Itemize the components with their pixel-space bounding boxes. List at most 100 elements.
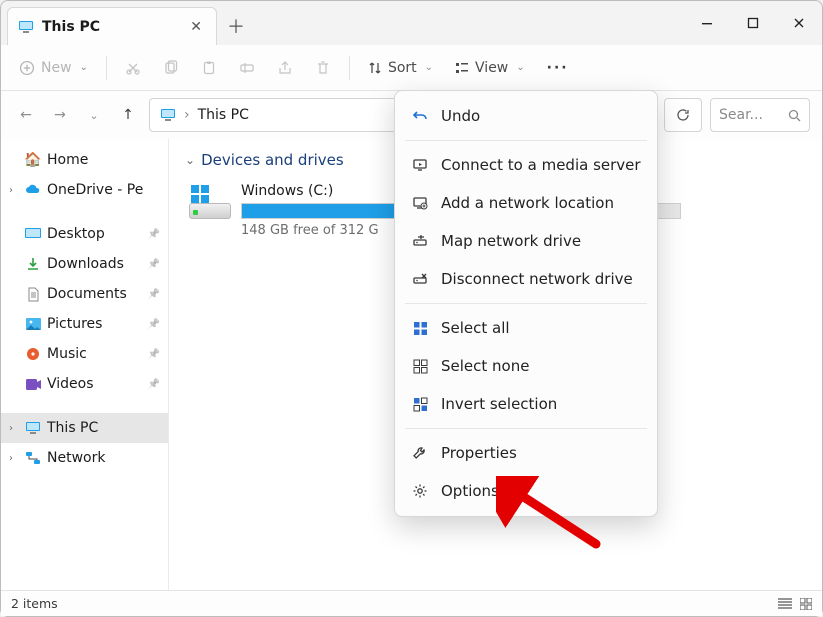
menu-separator <box>405 140 647 141</box>
menu-label: Select all <box>441 319 510 337</box>
minimize-button[interactable] <box>684 1 730 45</box>
undo-icon <box>411 107 429 125</box>
sidebar-item-thispc[interactable]: › This PC <box>1 413 168 443</box>
breadcrumb-location[interactable]: This PC <box>198 107 249 123</box>
sidebar-item-music[interactable]: Music <box>1 339 168 369</box>
more-button[interactable]: ··· <box>539 52 577 84</box>
cut-button <box>117 52 149 84</box>
menu-properties[interactable]: Properties <box>395 434 657 472</box>
desktop-icon <box>25 226 41 242</box>
group-header-label: Devices and drives <box>201 151 344 169</box>
menu-connect-media[interactable]: Connect to a media server <box>395 146 657 184</box>
search-icon <box>788 109 801 122</box>
menu-invert-selection[interactable]: Invert selection <box>395 385 657 423</box>
sidebar-item-label: Downloads <box>47 256 124 272</box>
refresh-button[interactable] <box>664 98 702 132</box>
sidebar-item-pictures[interactable]: Pictures <box>1 309 168 339</box>
sidebar-item-videos[interactable]: Videos <box>1 369 168 399</box>
new-tab-button[interactable]: ＋ <box>217 7 255 45</box>
tab-thispc[interactable]: This PC ✕ <box>7 7 217 45</box>
separator <box>106 56 107 80</box>
video-icon <box>25 376 41 392</box>
command-bar: New ⌄ Sort ⌄ View ⌄ ··· <box>1 45 822 91</box>
chevron-right-icon[interactable]: › <box>9 453 19 464</box>
select-all-icon <box>411 319 429 337</box>
search-box[interactable]: Sear... <box>710 98 810 132</box>
recent-dropdown[interactable]: ⌄ <box>81 102 107 128</box>
tab-close-icon[interactable]: ✕ <box>186 15 206 39</box>
new-button[interactable]: New ⌄ <box>11 52 96 84</box>
menu-options[interactable]: Options <box>395 472 657 510</box>
back-button[interactable]: ← <box>13 102 39 128</box>
menu-select-all[interactable]: Select all <box>395 309 657 347</box>
drive-icon <box>189 183 231 223</box>
menu-label: Options <box>441 482 499 500</box>
pictures-icon <box>25 316 41 332</box>
menu-select-none[interactable]: Select none <box>395 347 657 385</box>
title-bar: This PC ✕ ＋ <box>1 1 822 45</box>
monitor-icon <box>160 107 176 123</box>
forward-button[interactable]: → <box>47 102 73 128</box>
sidebar-item-label: OneDrive - Pe <box>47 182 143 198</box>
maximize-button[interactable] <box>730 1 776 45</box>
ellipsis-icon: ··· <box>547 60 569 76</box>
breadcrumb-sep: › <box>184 107 190 123</box>
nav-pane: 🏠 Home › OneDrive - Pe Desktop Downloads… <box>1 139 169 590</box>
windows-logo-icon <box>191 185 209 203</box>
network-icon <box>25 450 41 466</box>
plus-circle-icon <box>19 60 35 76</box>
menu-label: Connect to a media server <box>441 156 641 174</box>
sidebar-item-label: Music <box>47 346 87 362</box>
invert-selection-icon <box>411 395 429 413</box>
monitor-icon <box>18 19 34 35</box>
up-button[interactable]: ↑ <box>115 102 141 128</box>
sidebar-item-network[interactable]: › Network <box>1 443 168 473</box>
close-button[interactable] <box>776 1 822 45</box>
chevron-down-icon: ⌄ <box>80 62 88 73</box>
details-view-icon[interactable] <box>778 598 792 610</box>
sort-button[interactable]: Sort ⌄ <box>360 52 441 84</box>
chevron-right-icon[interactable]: › <box>9 423 19 434</box>
sidebar-item-home[interactable]: 🏠 Home <box>1 145 168 175</box>
menu-label: Undo <box>441 107 480 125</box>
sidebar-item-onedrive[interactable]: › OneDrive - Pe <box>1 175 168 205</box>
sidebar-item-label: Home <box>47 152 88 168</box>
sidebar-item-label: Videos <box>47 376 94 392</box>
sort-label: Sort <box>388 60 417 76</box>
menu-label: Disconnect network drive <box>441 270 633 288</box>
select-none-icon <box>411 357 429 375</box>
menu-disconnect-network-drive[interactable]: Disconnect network drive <box>395 260 657 298</box>
home-icon: 🏠 <box>25 152 41 168</box>
chevron-right-icon[interactable]: › <box>9 185 19 196</box>
menu-add-network-location[interactable]: Add a network location <box>395 184 657 222</box>
sidebar-item-label: Pictures <box>47 316 102 332</box>
sidebar-item-documents[interactable]: Documents <box>1 279 168 309</box>
status-bar: 2 items <box>1 590 822 616</box>
sidebar-item-desktop[interactable]: Desktop <box>1 219 168 249</box>
menu-label: Invert selection <box>441 395 557 413</box>
chevron-down-icon: ⌄ <box>516 62 524 73</box>
sidebar-item-downloads[interactable]: Downloads <box>1 249 168 279</box>
menu-undo[interactable]: Undo <box>395 97 657 135</box>
share-button <box>269 52 301 84</box>
menu-label: Properties <box>441 444 517 462</box>
cloud-icon <box>25 182 41 198</box>
sidebar-item-label: Documents <box>47 286 127 302</box>
delete-button <box>307 52 339 84</box>
large-icons-view-icon[interactable] <box>800 598 812 610</box>
sidebar-item-label: Desktop <box>47 226 105 242</box>
document-icon <box>25 286 41 302</box>
map-drive-icon <box>411 232 429 250</box>
sidebar-item-label: Network <box>47 450 105 466</box>
chevron-down-icon: ⌄ <box>425 62 433 73</box>
chevron-down-icon[interactable]: ⌄ <box>185 153 195 167</box>
tab-title: This PC <box>42 19 100 35</box>
menu-map-network-drive[interactable]: Map network drive <box>395 222 657 260</box>
sidebar-item-label: This PC <box>47 420 98 436</box>
new-label: New <box>41 60 72 76</box>
view-button[interactable]: View ⌄ <box>447 52 533 84</box>
copy-button <box>155 52 187 84</box>
view-icon <box>455 61 469 75</box>
rename-button <box>231 52 263 84</box>
menu-label: Map network drive <box>441 232 581 250</box>
